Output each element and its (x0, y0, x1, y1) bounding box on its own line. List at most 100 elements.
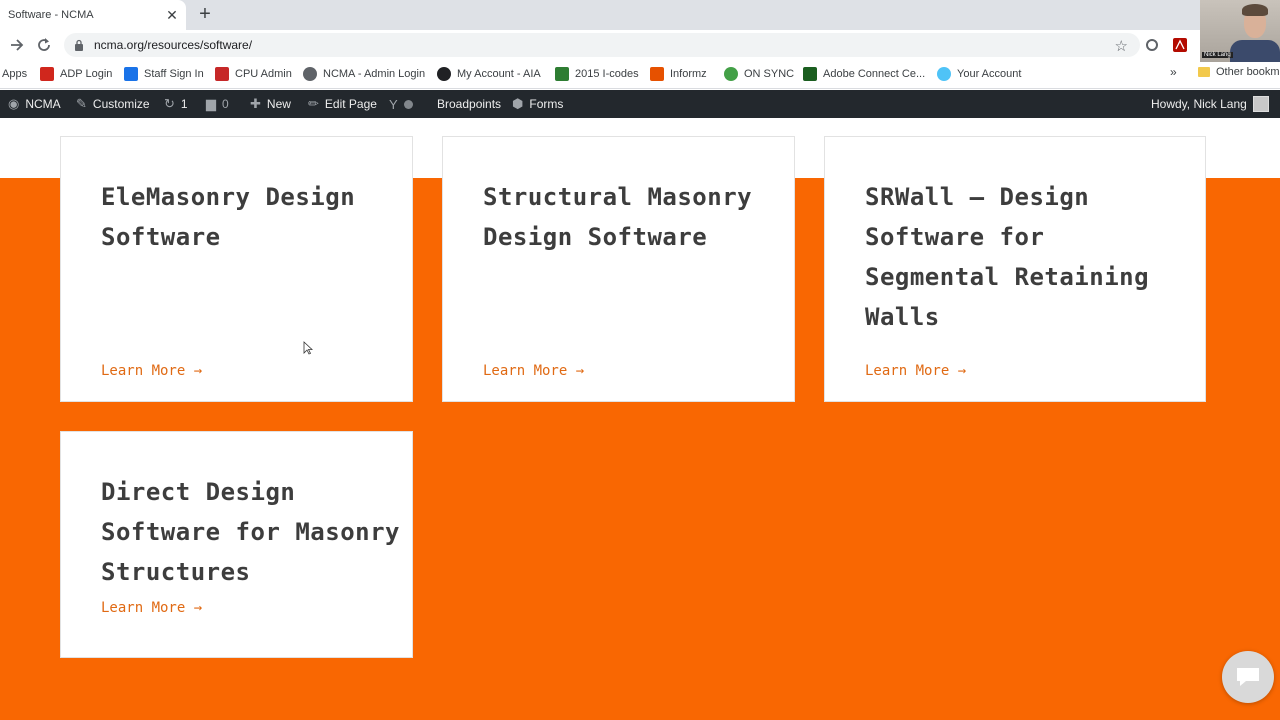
admin-new-content[interactable]: ✚ New (250, 90, 291, 118)
comment-icon: ▆ (206, 96, 216, 111)
bookmark-adobe-connect[interactable]: Adobe Connect Ce... (803, 66, 925, 82)
adobe-connect-icon (803, 67, 817, 81)
reload-icon[interactable] (35, 36, 53, 54)
sync-icon (724, 67, 738, 81)
seo-status-dot-icon (403, 99, 413, 109)
admin-forms-label: Forms (529, 97, 564, 111)
bookmark-label: ON SYNC (744, 68, 795, 80)
bookmark-2015-i-codes[interactable]: 2015 I-codes (555, 66, 639, 82)
acrobat-icon[interactable] (1173, 38, 1187, 52)
folder-icon (1198, 67, 1210, 77)
dashboard-icon: ◉ (8, 96, 20, 111)
brush-icon: ✎ (76, 96, 87, 111)
bookmark-cpu-admin[interactable]: CPU Admin (215, 66, 292, 82)
browser-tab[interactable]: Software - NCMA ✕ (0, 0, 186, 30)
bookmark-label: Staff Sign In (144, 68, 204, 80)
webcam-name-label: Nick Lang (1202, 52, 1233, 58)
bookmark-label: CPU Admin (235, 68, 292, 80)
software-card-elemasonry: EleMasonry Design Software Learn More → (60, 136, 413, 402)
card-title: EleMasonry Design Software (101, 183, 356, 251)
admin-comments[interactable]: ▆ 0 (206, 90, 229, 118)
updates-icon: ↻ (164, 96, 175, 111)
account-icon (937, 67, 951, 81)
bookmark-my-account-aia[interactable]: My Account - AIA (437, 66, 541, 82)
plus-icon: ✚ (250, 96, 261, 111)
forms-icon: ⬢ (512, 96, 524, 111)
admin-site-name: NCMA (25, 97, 61, 111)
new-tab-button[interactable]: + (196, 4, 214, 24)
admin-yoast-seo[interactable]: Y (389, 90, 413, 118)
yoast-icon: Y (389, 96, 398, 112)
admin-customize[interactable]: ✎ Customize (76, 90, 150, 118)
webcam-person-shirt (1230, 40, 1280, 62)
learn-more-link[interactable]: Learn More → (865, 363, 966, 379)
chat-widget-button[interactable] (1222, 651, 1274, 703)
bars-icon (215, 67, 229, 81)
address-bar[interactable]: ncma.org/resources/software/ ☆ (64, 33, 1140, 57)
spreadsheet-icon (555, 67, 569, 81)
pencil-icon: ✏ (308, 96, 319, 111)
close-icon[interactable]: ✕ (164, 7, 180, 23)
software-card-direct-design: Direct Design Software for Masonry Struc… (60, 431, 413, 658)
adp-icon (40, 67, 54, 81)
tab-title: Software - NCMA (8, 9, 94, 21)
bookmarks-bar: Apps ADP Login Staff Sign In CPU Admin N… (0, 60, 1280, 89)
admin-forms[interactable]: ⬢ Forms (512, 90, 563, 118)
card-title: Structural Masonry Design Software (483, 183, 753, 251)
extension-circle-icon[interactable] (1145, 38, 1159, 52)
bookmark-ncma-admin-login[interactable]: NCMA - Admin Login (303, 66, 425, 82)
other-bookmarks-label: Other bookm (1216, 66, 1280, 78)
bookmark-label: Your Account (957, 68, 1022, 80)
aia-icon (437, 67, 451, 81)
bookmark-star-icon[interactable]: ☆ (1115, 37, 1128, 55)
webcam-overlay: Nick Lang (1200, 0, 1280, 62)
info-icon (124, 67, 138, 81)
software-card-structural-masonry: Structural Masonry Design Software Learn… (442, 136, 795, 402)
admin-broadpoints-label: Broadpoints (437, 97, 502, 111)
admin-updates-count: 1 (180, 97, 188, 111)
tab-strip: Software - NCMA ✕ + (0, 0, 1280, 30)
bookmark-informz[interactable]: Informz (650, 66, 707, 82)
admin-edit-page-label: Edit Page (324, 97, 377, 111)
bookmark-label: Adobe Connect Ce... (823, 68, 926, 80)
learn-more-link[interactable]: Learn More → (101, 363, 202, 379)
card-title: Direct Design Software for Masonry Struc… (101, 478, 400, 586)
bookmark-label: My Account - AIA (457, 68, 541, 80)
page-content: EleMasonry Design Software Learn More → … (0, 118, 1280, 720)
forward-icon[interactable] (8, 36, 26, 54)
card-title: SRWall – Design Software for Segmental R… (865, 183, 1150, 331)
mouse-cursor-icon (303, 341, 313, 355)
admin-edit-page[interactable]: ✏ Edit Page (308, 90, 377, 118)
bookmark-on-sync[interactable]: ON SYNC (724, 66, 794, 82)
admin-updates[interactable]: ↻ 1 (164, 90, 188, 118)
bookmark-label: Informz (670, 68, 707, 80)
bookmark-apps[interactable]: Apps (2, 66, 27, 82)
bookmarks-overflow-button[interactable]: » (1170, 65, 1177, 79)
browser-toolbar: ncma.org/resources/software/ ☆ (0, 30, 1280, 60)
avatar (1252, 96, 1269, 112)
admin-comments-count: 0 (222, 97, 229, 111)
bookmark-your-account[interactable]: Your Account (937, 66, 1021, 82)
chat-bubble-icon (1237, 668, 1259, 686)
admin-howdy-label: Howdy, Nick Lang (1151, 97, 1247, 111)
informz-icon (650, 67, 664, 81)
bookmark-label: 2015 I-codes (575, 68, 639, 80)
bookmark-staff-sign-in[interactable]: Staff Sign In (124, 66, 204, 82)
globe-icon (303, 67, 317, 81)
admin-account-menu[interactable]: Howdy, Nick Lang (1151, 90, 1269, 118)
bookmark-label: Apps (2, 68, 28, 80)
software-card-srwall: SRWall – Design Software for Segmental R… (824, 136, 1206, 402)
other-bookmarks-folder[interactable]: Other bookm (1198, 66, 1280, 78)
learn-more-link[interactable]: Learn More → (483, 363, 584, 379)
bookmark-label: NCMA - Admin Login (323, 68, 426, 80)
admin-broadpoints[interactable]: Broadpoints (437, 90, 501, 118)
url-text: ncma.org/resources/software/ (94, 38, 253, 52)
bookmark-label: ADP Login (60, 68, 113, 80)
wp-admin-bar: ◉ NCMA ✎ Customize ↻ 1 ▆ 0 ✚ New ✏ Edit … (0, 90, 1280, 118)
admin-site-menu[interactable]: ◉ NCMA (8, 90, 61, 118)
learn-more-link[interactable]: Learn More → (101, 600, 202, 616)
webcam-person-hair (1242, 4, 1268, 16)
bookmark-adp-login[interactable]: ADP Login (40, 66, 112, 82)
admin-new-label: New (266, 97, 291, 111)
lock-icon (75, 39, 83, 51)
